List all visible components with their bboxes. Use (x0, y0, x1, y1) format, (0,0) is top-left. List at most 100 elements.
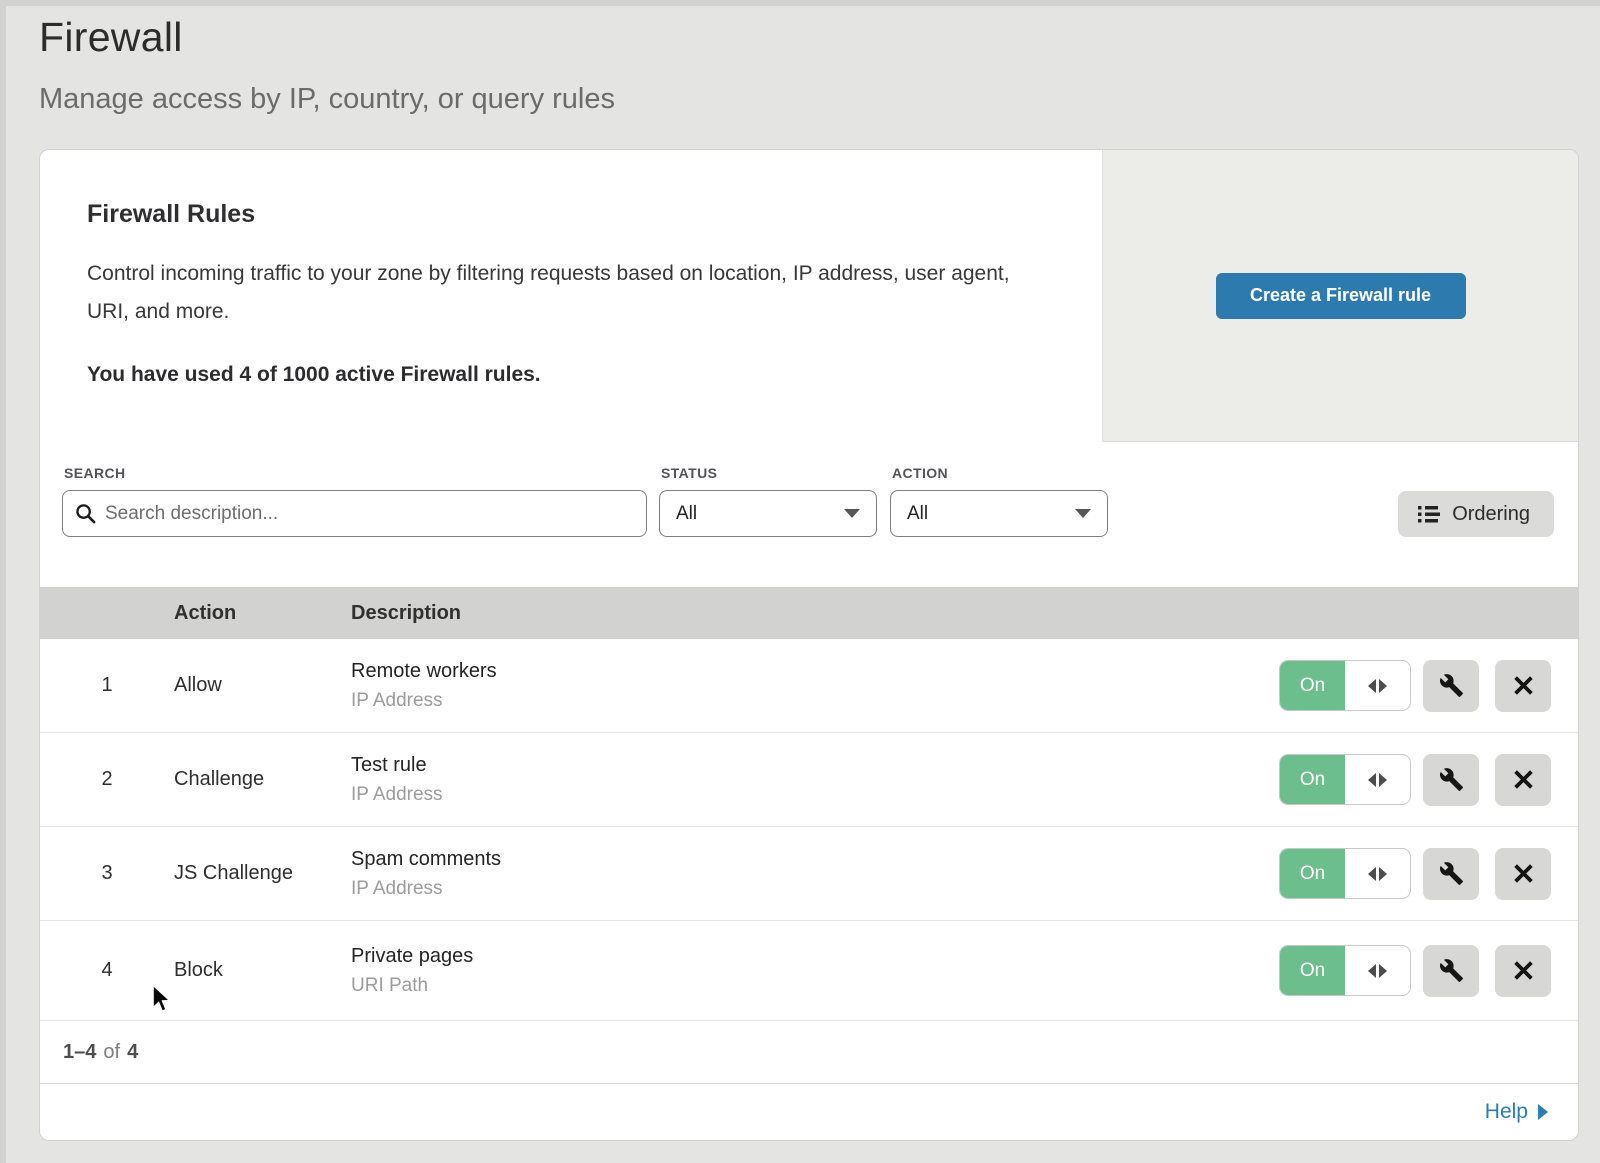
toggle-on-segment: On (1280, 849, 1345, 898)
rule-action: JS Challenge (174, 862, 351, 885)
search-field-wrap (62, 490, 647, 537)
intro-text-block: Firewall Rules Control incoming traffic … (40, 150, 1102, 442)
table-row: 4 Block Private pages URI Path On (40, 921, 1578, 1021)
table-row: 2 Challenge Test rule IP Address On (40, 733, 1578, 827)
rule-controls: On (1280, 945, 1578, 997)
rule-priority: 4 (40, 959, 174, 982)
rule-enabled-toggle[interactable]: On (1280, 661, 1410, 710)
page-title: Firewall (39, 14, 615, 61)
edit-rule-button[interactable] (1423, 754, 1479, 806)
search-input[interactable] (62, 490, 647, 537)
page-header: Firewall Manage access by IP, country, o… (39, 14, 615, 116)
pagination-of: of (96, 1041, 127, 1064)
rule-priority: 1 (40, 674, 174, 697)
firewall-rules-card: Firewall Rules Control incoming traffic … (39, 149, 1579, 1141)
rule-description: Spam comments (351, 848, 1280, 871)
toggle-arrows-icon (1379, 867, 1387, 881)
create-rule-panel: Create a Firewall rule (1102, 150, 1578, 442)
rule-enabled-toggle[interactable]: On (1280, 755, 1410, 804)
edit-rule-button[interactable] (1423, 660, 1479, 712)
rule-enabled-toggle[interactable]: On (1280, 946, 1410, 995)
toggle-arrows-icon (1368, 773, 1376, 787)
close-icon (1513, 960, 1534, 981)
toggle-arrows-icon (1379, 773, 1387, 787)
rule-enabled-toggle[interactable]: On (1280, 849, 1410, 898)
delete-rule-button[interactable] (1495, 660, 1551, 712)
toggle-arrows-icon (1368, 867, 1376, 881)
pagination-range: 1–4 (63, 1041, 96, 1064)
rule-priority: 2 (40, 768, 174, 791)
toggle-off-segment[interactable] (1345, 849, 1410, 898)
rule-description-cell: Spam comments IP Address (351, 848, 1280, 900)
rule-description: Test rule (351, 754, 1280, 777)
help-link-label: Help (1485, 1100, 1528, 1124)
card-footer: Help (40, 1083, 1578, 1140)
table-row: 3 JS Challenge Spam comments IP Address … (40, 827, 1578, 921)
toggle-arrows-icon (1368, 679, 1376, 693)
rule-description-cell: Private pages URI Path (351, 945, 1280, 997)
wrench-icon (1439, 958, 1464, 983)
table-row: 1 Allow Remote workers IP Address On (40, 639, 1578, 733)
toggle-on-segment: On (1280, 661, 1345, 710)
status-label: STATUS (661, 465, 717, 481)
wrench-icon (1439, 861, 1464, 886)
close-icon (1513, 769, 1534, 790)
rules-table-body: 1 Allow Remote workers IP Address On (40, 639, 1578, 1021)
wrench-icon (1439, 767, 1464, 792)
ordering-button-label: Ordering (1452, 503, 1530, 526)
toggle-arrows-icon (1379, 679, 1387, 693)
rule-description: Private pages (351, 945, 1280, 968)
close-icon (1513, 675, 1534, 696)
rule-controls: On (1280, 754, 1578, 806)
rule-description: Remote workers (351, 660, 1280, 683)
status-select-value: All (676, 503, 697, 525)
toggle-off-segment[interactable] (1345, 755, 1410, 804)
rule-action: Challenge (174, 768, 351, 791)
column-description: Description (351, 602, 1578, 625)
create-firewall-rule-button[interactable]: Create a Firewall rule (1216, 273, 1466, 319)
delete-rule-button[interactable] (1495, 945, 1551, 997)
action-select[interactable]: All (890, 490, 1108, 537)
action-select-value: All (907, 503, 928, 525)
chevron-right-icon (1538, 1104, 1548, 1120)
toggle-on-segment: On (1280, 755, 1345, 804)
toggle-off-segment[interactable] (1345, 661, 1410, 710)
usage-summary: You have used 4 of 1000 active Firewall … (87, 363, 1042, 387)
search-icon (75, 503, 96, 524)
intro-description: Control incoming traffic to your zone by… (87, 255, 1042, 331)
close-icon (1513, 863, 1534, 884)
status-select[interactable]: All (659, 490, 877, 537)
rule-priority: 3 (40, 862, 174, 885)
pagination: 1–4 of 4 (40, 1021, 1578, 1083)
list-ordering-icon (1418, 504, 1440, 524)
chevron-down-icon (1075, 509, 1091, 518)
column-action: Action (174, 602, 351, 625)
delete-rule-button[interactable] (1495, 848, 1551, 900)
rule-match-field: URI Path (351, 975, 1280, 997)
rule-match-field: IP Address (351, 878, 1280, 900)
rule-controls: On (1280, 848, 1578, 900)
toggle-arrows-icon (1368, 964, 1376, 978)
wrench-icon (1439, 673, 1464, 698)
rule-description-cell: Test rule IP Address (351, 754, 1280, 806)
intro-title: Firewall Rules (87, 200, 1042, 229)
rule-controls: On (1280, 660, 1578, 712)
intro-section: Firewall Rules Control incoming traffic … (40, 150, 1578, 442)
toggle-off-segment[interactable] (1345, 946, 1410, 995)
help-link[interactable]: Help (1485, 1100, 1548, 1124)
rule-match-field: IP Address (351, 784, 1280, 806)
page-subtitle: Manage access by IP, country, or query r… (39, 83, 615, 116)
pagination-total: 4 (127, 1041, 138, 1064)
edit-rule-button[interactable] (1423, 945, 1479, 997)
rule-action: Allow (174, 674, 351, 697)
delete-rule-button[interactable] (1495, 754, 1551, 806)
toggle-on-segment: On (1280, 946, 1345, 995)
filters-bar: SEARCH STATUS All ACTION All Ordering (40, 442, 1578, 587)
chevron-down-icon (844, 509, 860, 518)
search-label: SEARCH (64, 465, 126, 481)
ordering-button[interactable]: Ordering (1398, 491, 1554, 537)
table-header: Action Description (40, 587, 1578, 639)
rule-match-field: IP Address (351, 690, 1280, 712)
edit-rule-button[interactable] (1423, 848, 1479, 900)
rule-description-cell: Remote workers IP Address (351, 660, 1280, 712)
